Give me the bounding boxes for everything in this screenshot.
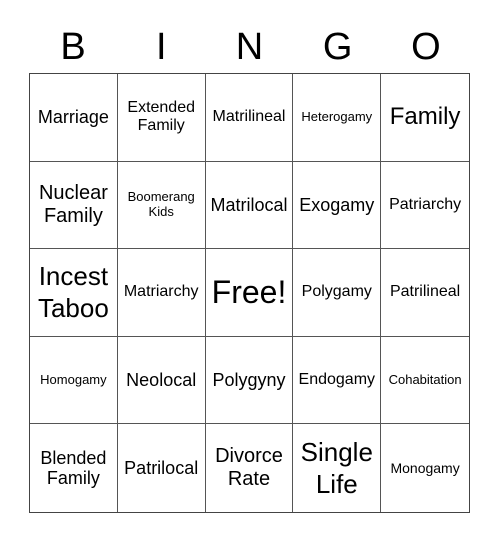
bingo-cell[interactable]: Neolocal bbox=[117, 336, 206, 425]
bingo-cell[interactable]: Patriarchy bbox=[381, 162, 469, 250]
bingo-cell[interactable]: Cohabitation bbox=[381, 337, 469, 425]
bingo-header: B I N G O bbox=[29, 24, 470, 70]
bingo-cell[interactable]: Polygyny bbox=[205, 336, 294, 425]
bingo-cell[interactable]: Matrilineal bbox=[205, 74, 294, 162]
bingo-grid: Marriage Extended Family Matrilineal Het… bbox=[29, 73, 470, 513]
bingo-cell[interactable]: Extended Family bbox=[117, 74, 206, 162]
bingo-cell[interactable]: Endogamy bbox=[293, 336, 382, 425]
bingo-cell[interactable]: Polygamy bbox=[293, 249, 382, 337]
bingo-cell[interactable]: Patrilocal bbox=[118, 424, 206, 512]
bingo-cell[interactable]: Incest Taboo bbox=[30, 249, 118, 337]
bingo-cell[interactable]: Heterogamy bbox=[293, 74, 382, 162]
bingo-cell[interactable]: Single Life bbox=[293, 424, 382, 512]
bingo-cell[interactable]: Matrilocal bbox=[205, 161, 294, 250]
bingo-cell[interactable]: Family bbox=[381, 74, 469, 162]
bingo-cell[interactable]: Homogamy bbox=[30, 336, 118, 425]
bingo-cell[interactable]: Monogamy bbox=[381, 424, 469, 512]
bingo-cell[interactable]: Marriage bbox=[30, 74, 118, 162]
header-letter-g: G bbox=[322, 26, 353, 68]
header-letter-b: B bbox=[60, 26, 86, 68]
header-letter-o: O bbox=[411, 26, 441, 68]
bingo-cell[interactable]: Divorce Rate bbox=[206, 424, 294, 512]
bingo-cell[interactable]: Boomerang Kids bbox=[117, 161, 206, 250]
bingo-cell[interactable]: Blended Family bbox=[30, 424, 118, 512]
bingo-cell[interactable]: Matriarchy bbox=[117, 249, 206, 337]
free-space-cell[interactable]: Free! bbox=[205, 249, 294, 337]
header-letter-i: I bbox=[156, 26, 167, 68]
bingo-cell[interactable]: Exogamy bbox=[293, 161, 382, 250]
bingo-cell[interactable]: Nuclear Family bbox=[30, 161, 118, 250]
header-letter-n: N bbox=[235, 26, 264, 68]
bingo-cell[interactable]: Patrilineal bbox=[381, 249, 469, 337]
